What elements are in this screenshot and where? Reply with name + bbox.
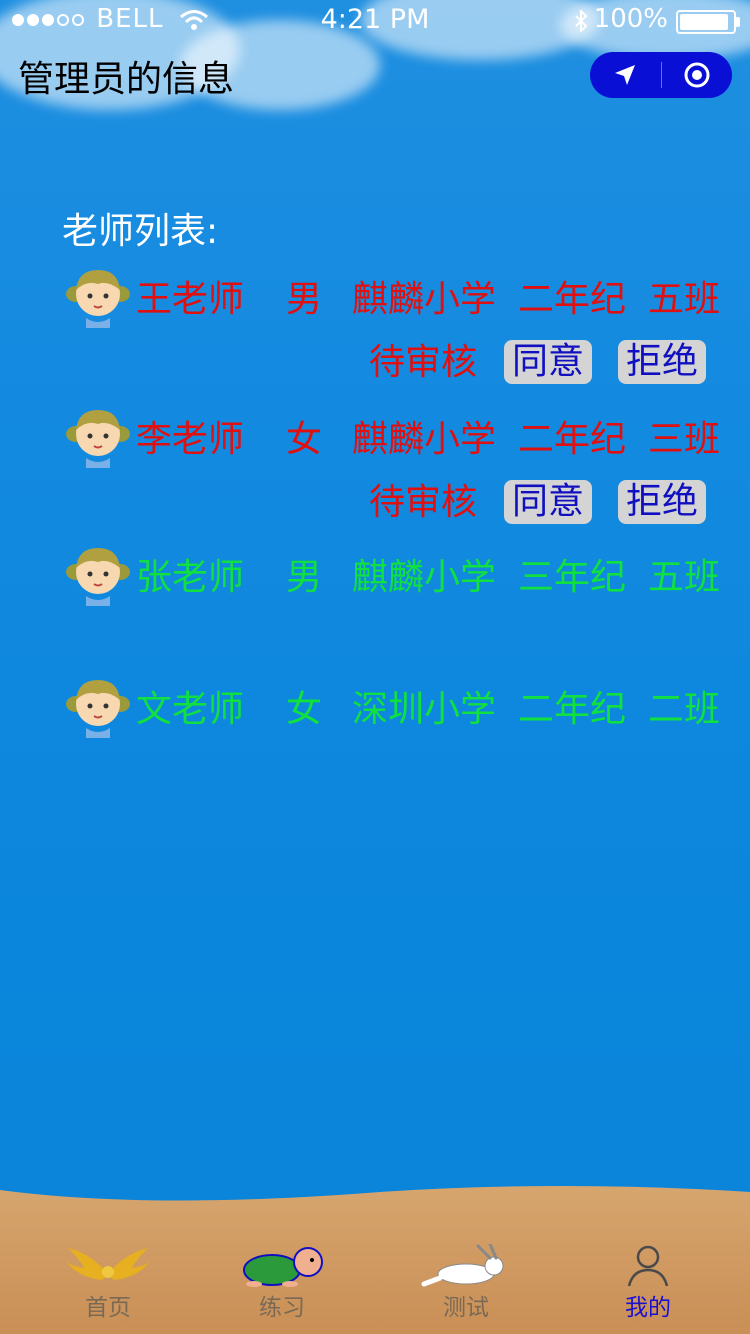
status-bar: BELL 4:21 PM 100%: [0, 0, 750, 40]
teacher-gender: 女: [286, 419, 323, 460]
teacher-class: 五班: [648, 557, 721, 598]
tab-home[interactable]: 首页: [48, 1240, 168, 1330]
teacher-gender: 男: [286, 557, 323, 598]
teacher-school: 麒麟小学: [352, 279, 497, 320]
turtle-icon: [243, 1247, 323, 1287]
teacher-avatar-icon: [66, 548, 130, 606]
teacher-gender: 男: [286, 279, 323, 320]
reject-button[interactable]: 拒绝: [618, 340, 706, 384]
teacher-class: 五班: [648, 279, 721, 320]
tab-practice-label: 练习: [259, 1295, 305, 1321]
teacher-grade: 二年纪: [518, 279, 627, 320]
teacher-school: 麒麟小学: [352, 557, 497, 598]
teacher-grade: 二年纪: [518, 419, 627, 460]
teacher-name: 王老师: [136, 279, 245, 320]
page-title: 管理员的信息: [18, 59, 235, 100]
teacher-grade: 三年纪: [518, 557, 627, 598]
review-status: 待审核: [369, 482, 478, 523]
location-button[interactable]: [590, 52, 660, 98]
location-arrow-icon: [615, 65, 635, 85]
record-target-icon: [684, 62, 710, 88]
tab-test[interactable]: 测试: [406, 1240, 526, 1330]
teacher-row: 李老师女麒麟小学 二年纪 三班: [62, 408, 732, 472]
rabbit-icon: [421, 1244, 504, 1287]
approve-button[interactable]: 同意: [504, 480, 592, 524]
teacher-row: 文老师女深圳小学 二年纪 二班: [62, 678, 732, 742]
teacher-list-title: 老师列表:: [62, 211, 219, 252]
tab-mine-label: 我的: [625, 1295, 671, 1321]
tab-test-label: 测试: [443, 1295, 489, 1321]
review-actions: 待审核 同意 拒绝: [62, 478, 732, 528]
teacher-name: 张老师: [136, 557, 245, 598]
approve-button[interactable]: 同意: [504, 340, 592, 384]
teacher-name: 李老师: [136, 419, 245, 460]
golden-wings-icon: [66, 1248, 150, 1280]
tab-mine[interactable]: 我的: [588, 1240, 708, 1330]
teacher-gender: 女: [286, 689, 323, 730]
teacher-row: 张老师男麒麟小学 三年纪 五班: [62, 546, 732, 610]
battery-icon: [676, 10, 740, 34]
teacher-grade: 二年纪: [518, 689, 627, 730]
teacher-class: 二班: [648, 689, 721, 730]
battery-percent: 100%: [593, 4, 668, 34]
teacher-school: 麒麟小学: [352, 419, 497, 460]
close-target-button[interactable]: [662, 52, 732, 98]
reject-button[interactable]: 拒绝: [618, 480, 706, 524]
teacher-school: 深圳小学: [352, 689, 497, 730]
teacher-avatar-icon: [66, 680, 130, 738]
battery-fill: [680, 14, 728, 30]
review-actions: 待审核 同意 拒绝: [62, 338, 732, 388]
teacher-avatar-icon: [66, 410, 130, 468]
review-status: 待审核: [369, 342, 478, 383]
teacher-avatar-icon: [66, 270, 130, 328]
mini-program-capsule: [590, 52, 732, 98]
teacher-row: 王老师男麒麟小学 二年纪 五班: [62, 268, 732, 332]
bluetooth-icon: [575, 10, 588, 32]
teacher-class: 三班: [648, 419, 721, 460]
tab-home-label: 首页: [85, 1295, 131, 1321]
tab-practice[interactable]: 练习: [222, 1240, 342, 1330]
user-icon: [627, 1245, 669, 1287]
teacher-name: 文老师: [136, 689, 245, 730]
